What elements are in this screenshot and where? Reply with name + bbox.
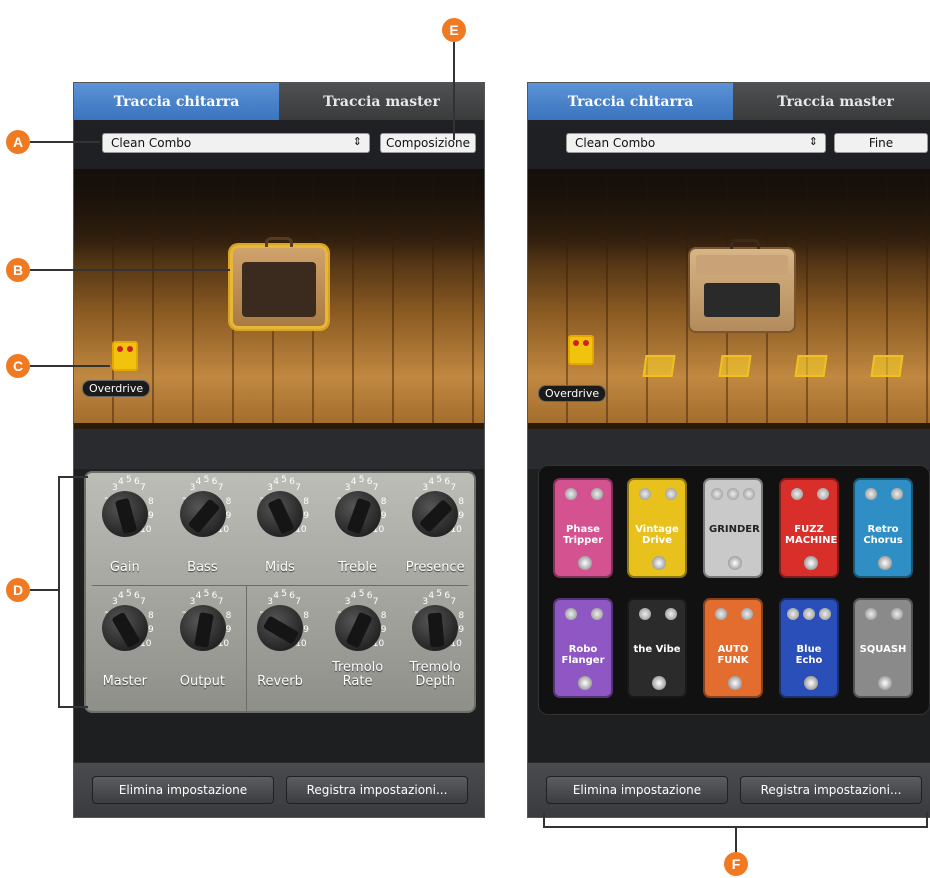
amp-controls-panel: 345672819010 Gain 345672819010 Bass 3456…: [84, 471, 476, 713]
done-button[interactable]: Fine: [834, 133, 928, 153]
composition-button[interactable]: Composizione: [380, 133, 476, 153]
callout-a: A: [6, 130, 30, 154]
amp-handle: [730, 239, 760, 249]
pedal-vintage-drive[interactable]: Vintage Drive: [627, 478, 687, 578]
pedal-blue-echo[interactable]: Blue Echo: [779, 598, 839, 698]
tremolo-rate-knob[interactable]: 345672819010 Tremolo Rate: [319, 587, 397, 699]
save-settings-button[interactable]: Registra impostazioni...: [740, 776, 922, 804]
delete-setting-button[interactable]: Elimina impostazione: [92, 776, 274, 804]
amp-model[interactable]: [230, 237, 328, 329]
knob-label: Tremolo Depth: [409, 660, 461, 689]
preset-select[interactable]: Clean Combo ⇕: [102, 133, 370, 153]
output-knob[interactable]: 345672819010 Output: [164, 587, 242, 699]
knob-label: Tremolo Rate: [331, 660, 384, 689]
delete-setting-button[interactable]: Elimina impostazione: [546, 776, 728, 804]
empty-pedal-slot[interactable]: [718, 355, 752, 377]
tab-bar: Traccia chitarra Traccia master: [74, 83, 484, 121]
callout-d-bracket: [58, 476, 60, 708]
pedal-grinder[interactable]: GRINDER: [703, 478, 763, 578]
pedal-the-vibe[interactable]: the Vibe: [627, 598, 687, 698]
pedal-fuzz-machine[interactable]: FUZZ MACHINE: [779, 478, 839, 578]
bass-knob[interactable]: 345672819010 Bass: [164, 473, 242, 585]
amp-grille: [242, 262, 316, 317]
gain-knob[interactable]: 345672819010 Gain: [86, 473, 164, 585]
knob-label: Treble: [338, 560, 378, 575]
presence-knob[interactable]: 345672819010 Presence: [396, 473, 474, 585]
knob-label: Master: [102, 674, 147, 689]
pedal-squash[interactable]: SQUASH: [853, 598, 913, 698]
select-arrows-icon: ⇕: [352, 135, 362, 148]
pedal-retro-chorus[interactable]: Retro Chorus: [853, 478, 913, 578]
preset-value: Clean Combo: [111, 136, 192, 150]
pedal-robo-flanger[interactable]: Robo Flanger: [553, 598, 613, 698]
callout-f-line: [735, 826, 737, 852]
bottom-bar: Elimina impostazione Registra impostazio…: [528, 762, 930, 817]
callout-d-bracket-top: [58, 476, 88, 478]
knob-label: Gain: [109, 560, 140, 575]
pedal-auto-funk[interactable]: AUTO FUNK: [703, 598, 763, 698]
pedal-label: Overdrive: [538, 385, 607, 402]
overdrive-pedal[interactable]: [112, 341, 138, 371]
knob-row-top: 345672819010 Gain 345672819010 Bass 3456…: [86, 473, 474, 585]
preset-select[interactable]: Clean Combo ⇕: [566, 133, 826, 153]
callout-d-bracket-bottom: [58, 706, 88, 708]
empty-pedal-slot[interactable]: [642, 355, 676, 377]
overdrive-pedal[interactable]: [568, 335, 594, 365]
master-knob[interactable]: 345672819010 Master: [86, 587, 164, 699]
callout-d-line: [30, 589, 58, 591]
tab-guitar-track[interactable]: Traccia chitarra: [528, 83, 733, 121]
amp-handle: [265, 237, 293, 247]
mids-knob[interactable]: 345672819010 Mids: [241, 473, 319, 585]
tab-master-track[interactable]: Traccia master: [733, 83, 930, 121]
knob-label: Bass: [187, 560, 218, 575]
callout-f-bracket-right: [926, 812, 928, 828]
tremolo-depth-knob[interactable]: 345672819010 Tremolo Depth: [396, 587, 474, 699]
callout-c: C: [6, 354, 30, 378]
select-arrows-icon: ⇕: [808, 135, 818, 148]
empty-pedal-slot[interactable]: [870, 355, 904, 377]
preset-value: Clean Combo: [575, 136, 656, 150]
save-settings-button[interactable]: Registra impostazioni...: [286, 776, 468, 804]
reverb-knob[interactable]: 345672819010 Reverb: [241, 587, 319, 699]
guitar-track-panel-right: Traccia chitarra Traccia master Clean Co…: [527, 82, 930, 818]
pedal-label: Overdrive: [82, 380, 151, 397]
pedal-phase-tripper[interactable]: Phase Tripper: [553, 478, 613, 578]
toolbar: Clean Combo ⇕ Composizione: [74, 121, 484, 169]
callout-b-line: [30, 269, 230, 271]
knob-label: Presence: [405, 560, 465, 575]
guitar-track-panel-left: Traccia chitarra Traccia master Clean Co…: [73, 82, 485, 818]
amp-speaker: [704, 283, 780, 317]
amp-model[interactable]: [688, 239, 796, 333]
tab-guitar-track[interactable]: Traccia chitarra: [74, 83, 279, 121]
callout-d: D: [6, 578, 30, 602]
callout-c-line: [30, 365, 110, 367]
knob-label: Mids: [265, 560, 295, 575]
callout-f-bracket-left: [543, 812, 545, 828]
bottom-bar: Elimina impostazione Registra impostazio…: [74, 762, 484, 817]
callout-e: E: [442, 18, 466, 42]
treble-knob[interactable]: 345672819010 Treble: [319, 473, 397, 585]
tab-bar: Traccia chitarra Traccia master: [528, 83, 930, 121]
callout-e-line: [453, 42, 455, 140]
knob-label: Reverb: [257, 674, 303, 689]
callout-b: B: [6, 258, 30, 282]
knob-row-bottom: 345672819010 Master 345672819010 Output …: [86, 587, 474, 699]
pedal-browser: Phase Tripper Vintage Drive GRINDER FUZZ…: [538, 465, 930, 715]
knob-label: Output: [179, 674, 225, 689]
callout-a-line: [30, 141, 100, 143]
callout-f: F: [724, 852, 748, 876]
amp-stage: Overdrive: [528, 169, 930, 429]
amp-stage: Overdrive: [74, 169, 484, 429]
empty-pedal-slot[interactable]: [794, 355, 828, 377]
toolbar: Clean Combo ⇕ Fine: [528, 121, 930, 169]
